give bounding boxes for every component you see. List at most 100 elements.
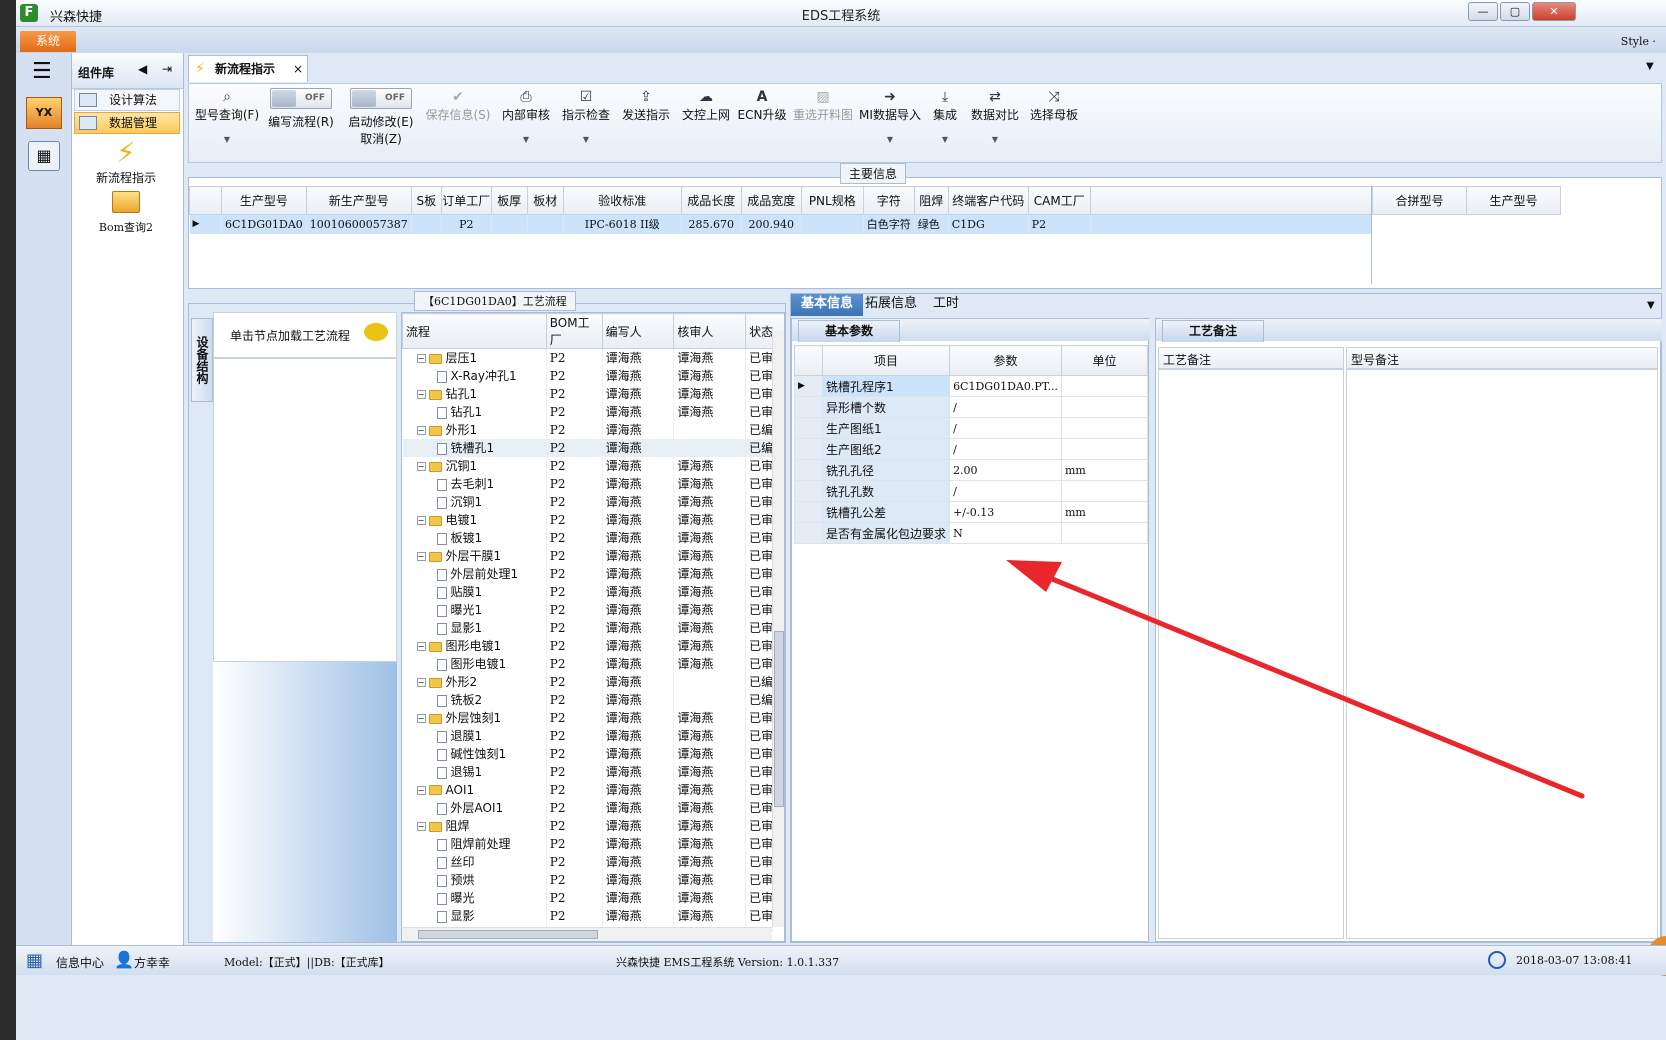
expand-toggle-icon[interactable]: − bbox=[416, 678, 426, 687]
col-header[interactable]: 阻焊 bbox=[913, 186, 949, 215]
internal-review-button[interactable]: ⎙ 内部审核 ▼ bbox=[499, 88, 553, 144]
expand-toggle-icon[interactable]: − bbox=[416, 390, 426, 399]
col-header[interactable]: 板材 bbox=[526, 186, 564, 215]
col-header[interactable]: PNL规格 bbox=[800, 186, 864, 215]
col-header[interactable]: 流程 bbox=[402, 313, 547, 349]
model-query-button[interactable]: ⌕ 型号查询(F) ▼ bbox=[193, 88, 261, 144]
lib-item-design-algorithm[interactable]: 设计算法 bbox=[74, 89, 180, 111]
expand-toggle-icon[interactable]: − bbox=[416, 552, 426, 561]
param-row[interactable]: 生产图纸1/ bbox=[793, 417, 1149, 439]
col-header[interactable]: 订单工厂 bbox=[440, 186, 492, 215]
pin-icon[interactable]: ⇥ bbox=[162, 62, 172, 76]
tree-row[interactable]: 钻孔1 P2 谭海燕 谭海燕 已审 bbox=[402, 402, 784, 421]
tree-row[interactable]: 曝光1 P2 谭海燕 谭海燕 已审 bbox=[402, 600, 784, 619]
tree-row[interactable]: − AOI1 P2 谭海燕 谭海燕 已审 bbox=[402, 780, 784, 799]
tree-row[interactable]: 铣板2 P2 谭海燕 已编 bbox=[402, 690, 784, 709]
bom-query-item[interactable]: Bom查询2 bbox=[72, 191, 180, 235]
tree-row[interactable]: − 外层干膜1 P2 谭海燕 谭海燕 已审 bbox=[402, 546, 784, 565]
param-row[interactable]: ▶ 铣槽孔程序1 6C1DG01DA0.PT... bbox=[793, 375, 1149, 397]
info-center-link[interactable]: 信息中心 bbox=[56, 954, 104, 971]
param-value[interactable]: +/-0.13 bbox=[949, 501, 1062, 523]
tree-row[interactable]: 退膜1 P2 谭海燕 谭海燕 已审 bbox=[402, 726, 784, 745]
tree-row[interactable]: − 钻孔1 P2 谭海燕 谭海燕 已审 bbox=[402, 384, 784, 403]
expand-toggle-icon[interactable]: − bbox=[416, 822, 426, 831]
tree-row[interactable]: − 阻焊 P2 谭海燕 谭海燕 已审 bbox=[402, 816, 784, 835]
param-row[interactable]: 铣孔孔径 2.00 mm bbox=[793, 459, 1149, 481]
tree-row[interactable]: − 外层蚀刻1 P2 谭海燕 谭海燕 已审 bbox=[402, 708, 784, 727]
expand-toggle-icon[interactable]: − bbox=[416, 642, 426, 651]
tree-row[interactable]: 碱性蚀刻1 P2 谭海燕 谭海燕 已审 bbox=[402, 744, 784, 763]
tree-vertical-scrollbar[interactable] bbox=[772, 331, 784, 927]
param-value[interactable]: / bbox=[949, 438, 1062, 460]
integrate-button[interactable]: ⤓ 集成 ▼ bbox=[927, 88, 963, 144]
tree-row[interactable]: 退锡1 P2 谭海燕 谭海燕 已审 bbox=[402, 762, 784, 781]
tree-row[interactable]: 图形电镀1 P2 谭海燕 谭海燕 已审 bbox=[402, 654, 784, 673]
col-header[interactable]: 新生产型号 bbox=[305, 186, 412, 215]
send-instruction-button[interactable]: ⇪ 发送指示 bbox=[619, 88, 673, 123]
lib-item-data-management[interactable]: 数据管理 bbox=[74, 112, 180, 134]
side-tab-device-structure[interactable]: 设备结构 bbox=[191, 318, 213, 402]
param-value[interactable]: / bbox=[949, 480, 1062, 502]
col-header[interactable]: 生产型号 bbox=[1466, 186, 1561, 215]
tree-row[interactable]: 去毛刺1 P2 谭海燕 谭海燕 已审 bbox=[402, 474, 784, 493]
select-mother-board-button[interactable]: ⤨ 选择母板 bbox=[1027, 88, 1081, 123]
tab-work-hours[interactable]: 工时 bbox=[923, 294, 969, 316]
tree-row[interactable]: 外层前处理1 P2 谭海燕 谭海燕 已审 bbox=[402, 564, 784, 583]
collapse-left-icon[interactable]: ◀ bbox=[138, 62, 147, 76]
ecn-upgrade-button[interactable]: A ECN升级 bbox=[737, 88, 787, 123]
cancel-modify-button[interactable]: 取消(Z) bbox=[345, 130, 417, 147]
col-header[interactable]: 合拼型号 bbox=[1372, 186, 1467, 215]
tab-basic-info[interactable]: 基本信息 bbox=[791, 294, 864, 316]
expand-toggle-icon[interactable]: − bbox=[416, 426, 426, 435]
col-header[interactable]: 终端客户代码 bbox=[947, 186, 1029, 215]
param-row[interactable]: 生产图纸2/ bbox=[793, 438, 1149, 460]
doc-control-online-button[interactable]: ☁ 文控上网 bbox=[679, 88, 733, 123]
col-header[interactable]: 参数 bbox=[949, 345, 1062, 376]
tab-list-dropdown-icon[interactable]: ▼ bbox=[1646, 61, 1654, 72]
tree-horizontal-scrollbar[interactable] bbox=[402, 927, 772, 941]
col-header[interactable]: S板 bbox=[410, 186, 442, 215]
tree-row[interactable]: − 层压1 P2 谭海燕 谭海燕 已审 bbox=[402, 348, 784, 367]
param-row[interactable]: 铣孔孔数 / bbox=[793, 480, 1149, 502]
tree-row[interactable]: 沉铜1 P2 谭海燕 谭海燕 已审 bbox=[402, 492, 784, 511]
tab-new-process-instruction[interactable]: ⚡ 新流程指示 × bbox=[188, 55, 308, 82]
instruction-check-button[interactable]: ☑ 指示检查 ▼ bbox=[559, 88, 613, 144]
tree-row[interactable]: 铣槽孔1 P2 谭海燕 已编 bbox=[402, 438, 784, 457]
tree-row[interactable]: 显影1 P2 谭海燕 谭海燕 已审 bbox=[402, 618, 784, 637]
expand-toggle-icon[interactable]: − bbox=[416, 462, 426, 471]
tree-row[interactable]: − 电镀1 P2 谭海燕 谭海燕 已审 bbox=[402, 510, 784, 529]
expand-toggle-icon[interactable]: − bbox=[416, 714, 426, 723]
save-info-button[interactable]: ✔ 保存信息(S) bbox=[425, 88, 491, 123]
start-modify-toggle[interactable]: OFF 启动修改(E) 取消(Z) bbox=[345, 88, 417, 147]
style-menu[interactable]: Style · bbox=[1621, 35, 1656, 48]
close-button[interactable]: ✕ bbox=[1532, 2, 1576, 21]
col-header[interactable]: 单位 bbox=[1060, 345, 1149, 376]
calculator-module-icon[interactable]: ▦ bbox=[28, 141, 60, 171]
param-row[interactable]: 铣槽孔公差 +/-0.13 mm bbox=[793, 501, 1149, 523]
col-header[interactable]: 工艺备注 bbox=[1158, 347, 1344, 369]
expand-toggle-icon[interactable]: − bbox=[416, 354, 426, 364]
write-process-toggle[interactable]: OFF 编写流程(R) bbox=[265, 88, 337, 130]
col-header[interactable]: 成品宽度 bbox=[740, 186, 802, 215]
col-header[interactable]: 成品长度 bbox=[680, 186, 742, 215]
param-value[interactable]: 6C1DG01DA0.PT... bbox=[949, 375, 1062, 397]
col-header[interactable]: 板厚 bbox=[490, 186, 528, 215]
tree-row[interactable]: 阻焊前处理 P2 谭海燕 谭海燕 已审 bbox=[402, 834, 784, 853]
col-header[interactable]: CAM工厂 bbox=[1027, 186, 1091, 215]
tree-row[interactable]: 板镀1 P2 谭海燕 谭海燕 已审 bbox=[402, 528, 784, 547]
new-process-instruction-item[interactable]: ⚡ 新流程指示 bbox=[72, 137, 180, 186]
tree-row[interactable]: − 图形电镀1 P2 谭海燕 谭海燕 已审 bbox=[402, 636, 784, 655]
mi-data-import-button[interactable]: ➜ MI数据导入 ▼ bbox=[859, 88, 921, 144]
tree-row[interactable]: 显影 P2 谭海燕 谭海燕 已审 bbox=[402, 906, 784, 925]
expand-toggle-icon[interactable]: − bbox=[416, 785, 426, 795]
reselect-cutting-chart-button[interactable]: ▨ 重选开料图 bbox=[791, 88, 855, 123]
tab-extended-info[interactable]: 拓展信息 bbox=[855, 294, 927, 316]
tree-row[interactable]: 贴膜1 P2 谭海燕 谭海燕 已审 bbox=[402, 582, 784, 601]
tree-row[interactable]: − 外形1 P2 谭海燕 已编 bbox=[402, 420, 784, 439]
col-header[interactable]: 核审人 bbox=[673, 313, 747, 349]
col-header[interactable]: 验收标准 bbox=[562, 186, 682, 215]
tree-row[interactable]: − 外形2 P2 谭海燕 已编 bbox=[402, 672, 784, 691]
chevron-down-icon[interactable]: ▼ bbox=[1647, 300, 1655, 311]
expand-toggle-icon[interactable]: − bbox=[416, 516, 426, 525]
param-value[interactable]: / bbox=[949, 396, 1062, 418]
